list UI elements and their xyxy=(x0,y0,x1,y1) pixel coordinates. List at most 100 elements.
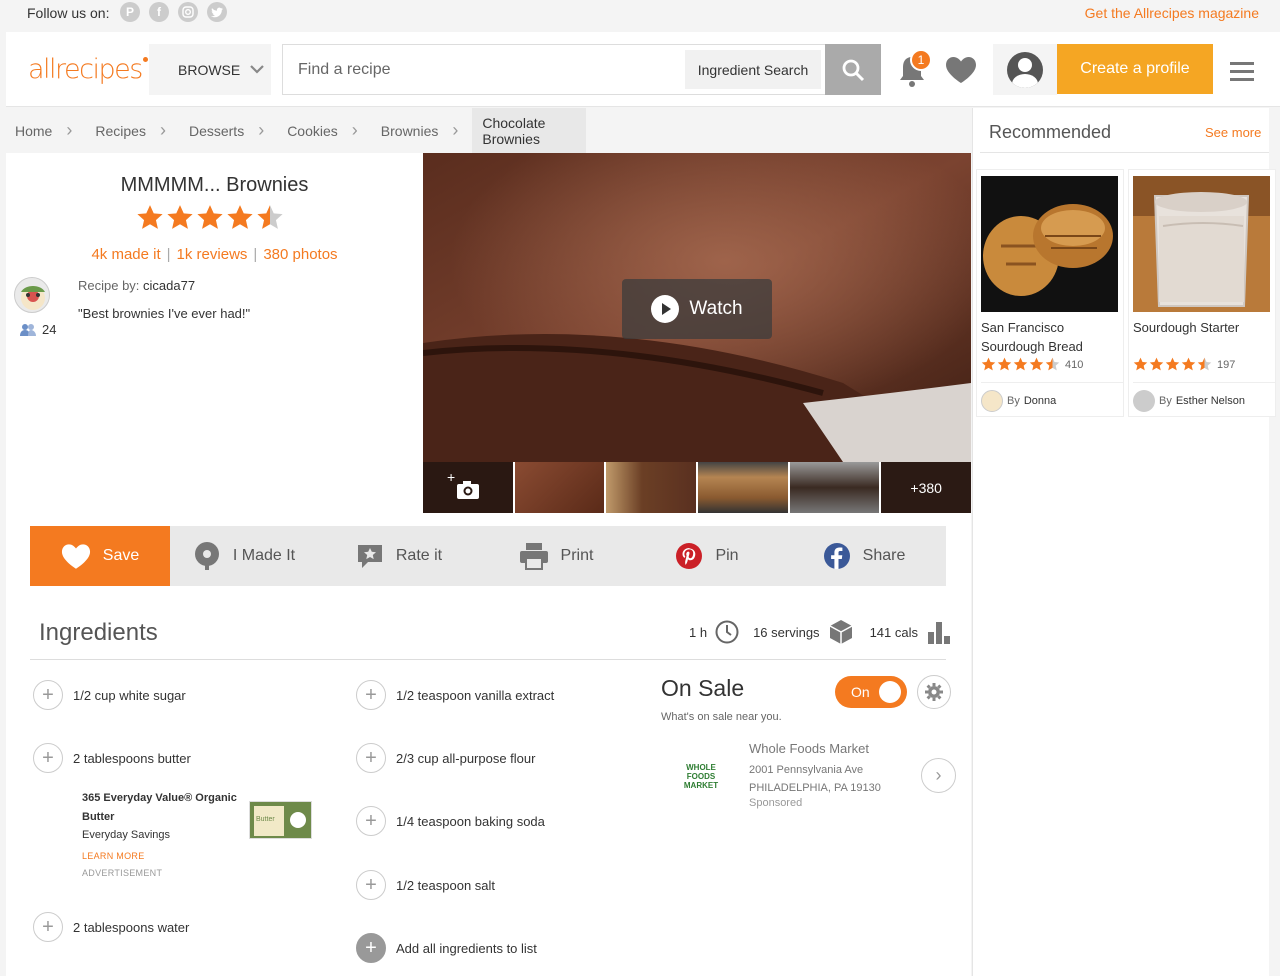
breadcrumb-cookies[interactable]: Cookies › xyxy=(278,120,372,141)
prep-time: 1 h xyxy=(689,624,708,640)
photo-thumb[interactable] xyxy=(514,462,605,513)
search-icon xyxy=(842,59,865,81)
twitter-icon[interactable] xyxy=(207,2,227,22)
browse-button[interactable]: BROWSE xyxy=(149,44,271,95)
recipe-rating-stars[interactable] xyxy=(136,204,284,232)
i-made-it-button[interactable]: I Made It xyxy=(170,526,318,586)
photo-thumb[interactable] xyxy=(789,462,880,513)
notification-badge: 1 xyxy=(910,49,932,71)
ingredient-item[interactable]: +1/4 teaspoon baking soda xyxy=(356,806,545,836)
pinterest-icon[interactable]: P xyxy=(120,2,140,22)
pin-button[interactable]: Pin xyxy=(632,526,782,586)
allrecipes-logo[interactable]: allrecipes xyxy=(28,54,148,85)
chevron-down-icon xyxy=(250,65,265,74)
user-avatar-button[interactable] xyxy=(993,44,1057,95)
advertisement-label: ADVERTISEMENT xyxy=(82,868,163,878)
add-ingredient-icon[interactable]: + xyxy=(356,743,386,773)
print-button[interactable]: Print xyxy=(480,526,632,586)
add-ingredient-icon[interactable]: + xyxy=(33,743,63,773)
play-icon xyxy=(651,295,680,323)
author-avatar xyxy=(981,389,1003,412)
breadcrumb-desserts[interactable]: Desserts › xyxy=(180,120,278,141)
ingredient-item[interactable]: +1/2 teaspoon vanilla extract xyxy=(356,680,554,710)
recipe-quote: "Best brownies I've ever had!" xyxy=(78,306,251,321)
star-icon xyxy=(997,357,1012,371)
ad-learn-more-link[interactable]: LEARN MORE xyxy=(82,851,322,861)
ingredient-search-button[interactable]: Ingredient Search xyxy=(685,50,821,89)
star-icon xyxy=(1149,357,1164,371)
more-photos-thumb[interactable]: +380 xyxy=(881,462,972,513)
recommended-card[interactable]: Sourdough Starter 197 By Esther Nelson xyxy=(1128,169,1276,417)
recipe-card-author[interactable]: By Esther Nelson xyxy=(1133,382,1275,418)
add-photo-thumb[interactable]: + xyxy=(423,462,513,513)
add-all-icon[interactable]: + xyxy=(356,933,386,963)
chef-hat-icon xyxy=(194,542,219,570)
ad-product-image[interactable]: Butter xyxy=(249,801,312,839)
recommended-title: Recommended xyxy=(989,122,1112,142)
camera-plus-icon: + xyxy=(447,469,479,499)
photo-thumb[interactable] xyxy=(698,462,788,513)
next-store-button[interactable]: › xyxy=(921,758,956,793)
submitter-avatar[interactable] xyxy=(14,277,50,313)
watch-video-button[interactable]: Watch xyxy=(622,279,772,339)
store-name[interactable]: Whole Foods Market xyxy=(749,741,869,756)
recipe-photo[interactable] xyxy=(981,176,1118,312)
add-ingredient-icon[interactable]: + xyxy=(356,870,386,900)
author-link[interactable]: cicada77 xyxy=(143,278,195,293)
followers-icon xyxy=(20,323,36,336)
star-icon xyxy=(137,205,163,229)
instagram-icon[interactable] xyxy=(178,2,198,22)
photo-thumb[interactable] xyxy=(606,462,697,513)
ingredients-title: Ingredients xyxy=(39,619,158,646)
add-ingredient-icon[interactable]: + xyxy=(356,680,386,710)
heart-icon[interactable] xyxy=(945,56,977,84)
breadcrumb-brownies[interactable]: Brownies › xyxy=(372,120,473,141)
facebook-icon[interactable]: f xyxy=(149,2,169,22)
ingredient-item[interactable]: +1/2 cup white sugar xyxy=(33,680,186,710)
save-button[interactable]: Save xyxy=(30,526,170,586)
recipe-card-name[interactable]: San Francisco Sourdough Bread xyxy=(981,318,1121,356)
star-icon xyxy=(197,205,223,229)
half-star-icon xyxy=(1197,357,1212,371)
whole-foods-logo[interactable]: WHOLE FOODS MARKET xyxy=(676,754,726,799)
ingredient-item[interactable]: +2 tablespoons butter xyxy=(33,743,191,773)
see-more-link[interactable]: See more xyxy=(1205,125,1261,140)
ad-product-name[interactable]: 365 Everyday Value® Organic Butter xyxy=(82,789,242,827)
breadcrumb-recipes[interactable]: Recipes › xyxy=(86,120,180,141)
ingredient-item[interactable]: +1/2 teaspoon salt xyxy=(356,870,495,900)
reviews-count[interactable]: 1k reviews xyxy=(177,246,248,263)
search-input[interactable] xyxy=(289,51,679,89)
share-button[interactable]: Share xyxy=(782,526,946,586)
rate-it-button[interactable]: Rate it xyxy=(318,526,480,586)
servings-icon xyxy=(829,620,852,644)
author-avatar xyxy=(1133,389,1155,412)
breadcrumb-home[interactable]: Home › xyxy=(6,120,86,141)
add-ingredient-icon[interactable]: + xyxy=(356,806,386,836)
ingredient-item[interactable]: +2 tablespoons water xyxy=(33,912,189,942)
heart-icon xyxy=(61,543,90,569)
recipe-card-name[interactable]: Sourdough Starter xyxy=(1133,318,1273,337)
hamburger-menu-icon[interactable] xyxy=(1230,62,1254,86)
recipe-card-author[interactable]: By Donna xyxy=(981,382,1123,418)
breadcrumb-chocolate-brownies[interactable]: Chocolate Brownies xyxy=(472,108,586,153)
add-all-ingredients[interactable]: + Add all ingredients to list xyxy=(356,933,537,963)
recommended-card[interactable]: San Francisco Sourdough Bread 410 By Donn… xyxy=(976,169,1124,417)
recipe-counts: 4k made it | 1k reviews | 380 photos xyxy=(91,246,338,263)
followers: 24 xyxy=(20,322,56,337)
photos-count[interactable]: 380 photos xyxy=(263,246,337,263)
star-icon xyxy=(1181,357,1196,371)
rating-count: 410 xyxy=(1065,358,1084,371)
search-button[interactable] xyxy=(825,44,881,95)
settings-button[interactable] xyxy=(917,675,951,709)
magazine-link[interactable]: Get the Allrecipes magazine xyxy=(1085,5,1259,21)
add-ingredient-icon[interactable]: + xyxy=(33,912,63,942)
on-sale-toggle[interactable]: On xyxy=(835,676,907,708)
ingredient-item[interactable]: +2/3 cup all-purpose flour xyxy=(356,743,535,773)
chevron-right-icon: › xyxy=(935,765,942,785)
made-it-count[interactable]: 4k made it xyxy=(91,246,160,263)
recipe-photo[interactable] xyxy=(1133,176,1270,312)
add-ingredient-icon[interactable]: + xyxy=(33,680,63,710)
recipe-by: Recipe by: cicada77 xyxy=(78,278,196,293)
gear-icon xyxy=(925,683,943,701)
create-profile-button[interactable]: Create a profile xyxy=(1057,44,1213,94)
